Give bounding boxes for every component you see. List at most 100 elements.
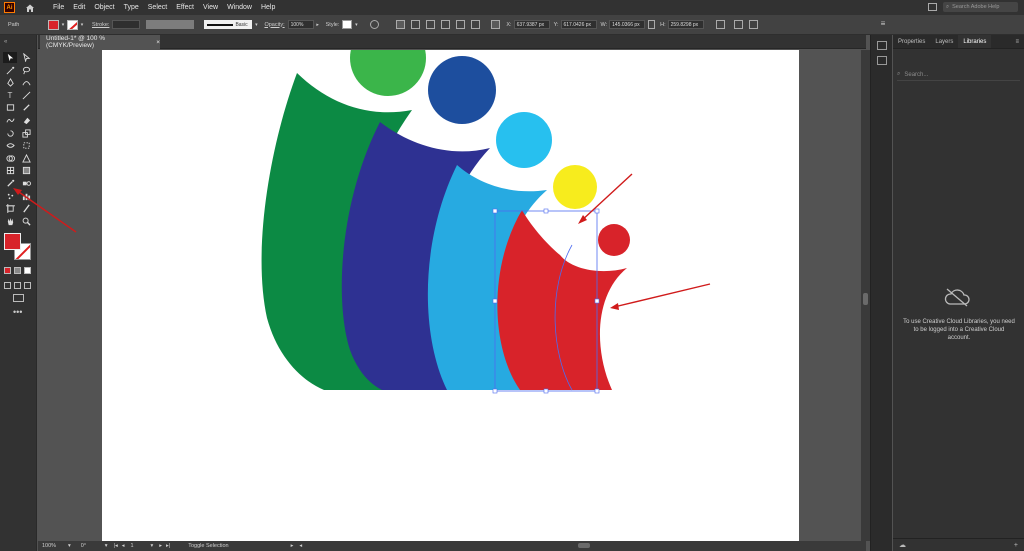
status-menu-icon[interactable]: ▸: [291, 543, 294, 549]
lasso-tool-icon[interactable]: [19, 65, 33, 76]
x-field[interactable]: 637.9387 px: [513, 20, 550, 29]
width-tool-icon[interactable]: [3, 140, 17, 151]
recolor-icon[interactable]: [370, 20, 380, 29]
layout-icon[interactable]: [928, 3, 937, 11]
next-artboard-icon[interactable]: ▸: [159, 543, 162, 549]
edit-toolbar-icon[interactable]: •••: [13, 307, 22, 317]
vertical-scrollbar[interactable]: [861, 50, 870, 541]
vertical-scroll-thumb[interactable]: [863, 293, 868, 305]
arrange-icon[interactable]: [748, 20, 758, 29]
tab-libraries[interactable]: Libraries: [958, 35, 992, 48]
menu-object[interactable]: Object: [94, 4, 114, 11]
help-search[interactable]: ⌕ Search Adobe Help: [943, 2, 1018, 12]
eyedropper-tool-icon[interactable]: [3, 178, 17, 189]
align-left-icon[interactable]: [411, 20, 421, 29]
artboard-dropdown-icon[interactable]: ▾: [151, 543, 154, 549]
menu-window[interactable]: Window: [227, 4, 252, 11]
slice-tool-icon[interactable]: [19, 203, 33, 214]
draw-behind-icon[interactable]: [14, 282, 21, 289]
rotation-dropdown-icon[interactable]: ▾: [105, 543, 108, 549]
artboard[interactable]: [102, 50, 799, 541]
curvature-tool-icon[interactable]: [19, 77, 33, 88]
add-library-icon[interactable]: +: [1014, 542, 1018, 549]
constrain-proportions-icon[interactable]: [648, 20, 656, 29]
tab-layers[interactable]: Layers: [930, 35, 958, 48]
eraser-tool-icon[interactable]: [19, 115, 33, 126]
tools-collapse-icon[interactable]: «: [4, 39, 7, 45]
zoom-tool-icon[interactable]: [19, 216, 33, 227]
transform-icon[interactable]: [715, 20, 725, 29]
menu-file[interactable]: File: [53, 4, 64, 11]
opacity-dropdown-icon[interactable]: ▸: [314, 20, 322, 30]
fill-dropdown-icon[interactable]: ▾: [59, 20, 67, 30]
panel-dock-icon-1[interactable]: [876, 41, 887, 50]
symbol-sprayer-tool-icon[interactable]: [3, 191, 17, 202]
column-graph-tool-icon[interactable]: [19, 191, 33, 202]
shaper-tool-icon[interactable]: [3, 115, 17, 126]
menu-type[interactable]: Type: [124, 4, 139, 11]
y-field[interactable]: 617.0426 px: [560, 20, 597, 29]
rotate-tool-icon[interactable]: [3, 128, 17, 139]
menu-select[interactable]: Select: [148, 4, 167, 11]
selection-tool-icon[interactable]: [3, 52, 17, 63]
fill-color-swatch[interactable]: [4, 233, 21, 250]
h-field[interactable]: 259.8298 px: [667, 20, 704, 29]
gradient-mode-icon[interactable]: [14, 267, 21, 274]
rectangle-tool-icon[interactable]: [3, 102, 17, 113]
color-mode-icon[interactable]: [4, 267, 11, 274]
style-dropdown-icon[interactable]: ▾: [352, 20, 360, 30]
menu-view[interactable]: View: [203, 4, 218, 11]
hand-tool-icon[interactable]: [3, 216, 17, 227]
home-icon[interactable]: [24, 2, 35, 13]
align-top-icon[interactable]: [456, 20, 466, 29]
screen-mode-icon[interactable]: [13, 294, 24, 302]
draw-inside-icon[interactable]: [24, 282, 31, 289]
opacity-field[interactable]: 100%: [287, 20, 314, 29]
isolate-icon[interactable]: [733, 20, 743, 29]
zoom-field[interactable]: 100%: [42, 543, 68, 549]
cloud-sync-icon[interactable]: ☁: [899, 541, 906, 549]
stroke-weight-field[interactable]: [112, 20, 141, 29]
opacity-label[interactable]: Opacity:: [264, 22, 284, 28]
mesh-tool-icon[interactable]: [3, 165, 17, 176]
artboard-tool-icon[interactable]: [3, 203, 17, 214]
panel-dock-icon-2[interactable]: [876, 56, 887, 65]
align-center-icon[interactable]: [426, 20, 436, 29]
draw-normal-icon[interactable]: [4, 282, 11, 289]
reference-point-icon[interactable]: [491, 20, 501, 29]
brush-definition[interactable]: Basic: [204, 20, 253, 29]
menu-help[interactable]: Help: [261, 4, 275, 11]
stroke-swatch[interactable]: [67, 19, 78, 30]
magic-wand-tool-icon[interactable]: [3, 65, 17, 76]
type-tool-icon[interactable]: T: [3, 90, 17, 101]
shape-builder-tool-icon[interactable]: [3, 153, 17, 164]
variable-width-profile[interactable]: [146, 20, 195, 29]
tab-properties[interactable]: Properties: [893, 35, 930, 48]
fill-swatch[interactable]: [48, 19, 59, 30]
panel-menu-icon[interactable]: ≡: [881, 20, 890, 29]
brush-dropdown-icon[interactable]: ▾: [252, 20, 260, 30]
rotation-field[interactable]: 0°: [81, 543, 105, 549]
direct-selection-tool-icon[interactable]: [19, 52, 33, 63]
horizontal-scroll-thumb[interactable]: [578, 543, 590, 548]
perspective-grid-tool-icon[interactable]: [19, 153, 33, 164]
stroke-dropdown-icon[interactable]: ▾: [78, 20, 86, 30]
first-artboard-icon[interactable]: |◂: [114, 543, 118, 549]
close-tab-icon[interactable]: ×: [156, 39, 160, 46]
canvas[interactable]: [38, 50, 860, 541]
document-tab[interactable]: Untitled-1* @ 100 % (CMYK/Preview) ×: [40, 35, 160, 49]
menu-effect[interactable]: Effect: [176, 4, 194, 11]
none-mode-icon[interactable]: [24, 267, 31, 274]
gradient-tool-icon[interactable]: [19, 165, 33, 176]
libraries-search[interactable]: ⌕ Search...: [897, 69, 1020, 81]
menu-edit[interactable]: Edit: [73, 4, 85, 11]
free-transform-tool-icon[interactable]: [19, 140, 33, 151]
pen-tool-icon[interactable]: [3, 77, 17, 88]
stroke-label[interactable]: Stroke:: [92, 22, 109, 28]
zoom-dropdown-icon[interactable]: ▾: [68, 543, 71, 549]
prev-artboard-icon[interactable]: ◂: [122, 543, 125, 549]
style-swatch[interactable]: [342, 20, 353, 29]
fill-stroke-control[interactable]: [4, 233, 34, 263]
paintbrush-tool-icon[interactable]: [19, 102, 33, 113]
blend-tool-icon[interactable]: [19, 178, 33, 189]
